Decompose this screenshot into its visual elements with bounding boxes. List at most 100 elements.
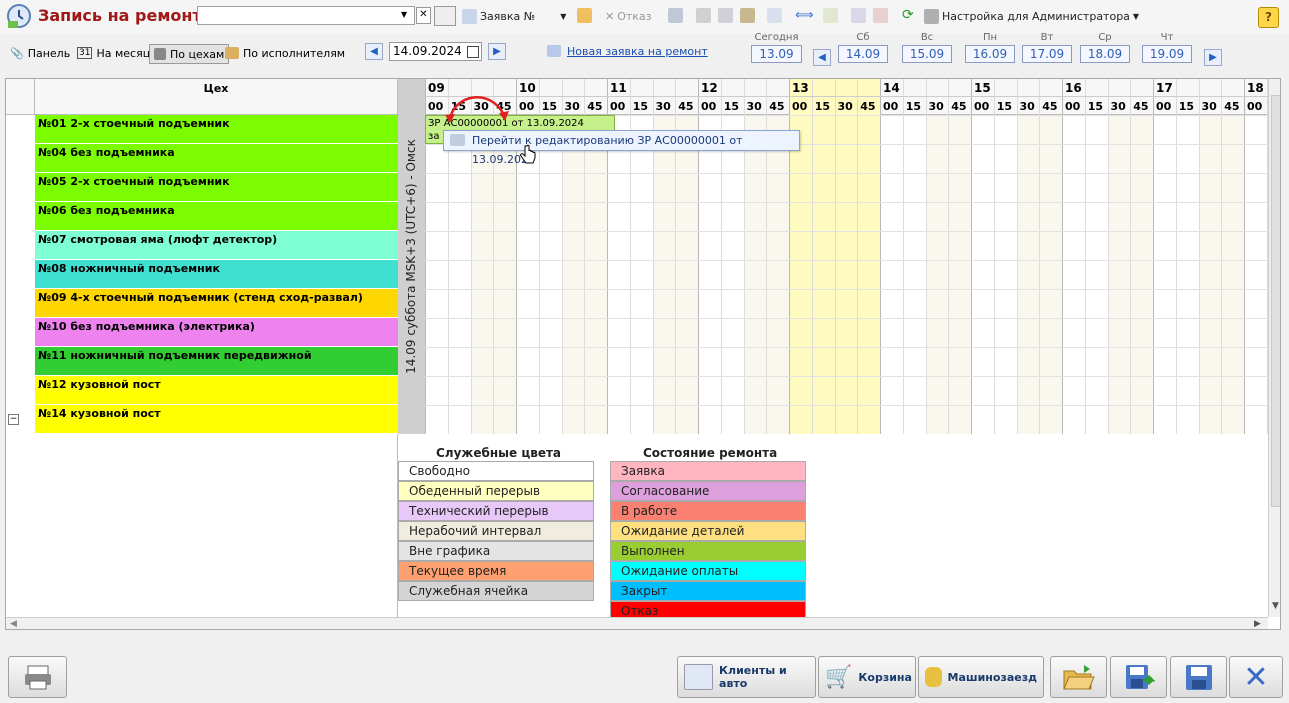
shop-row[interactable]: №08 ножничный подъемник — [35, 260, 398, 289]
collapse-icon[interactable]: − — [8, 414, 19, 425]
slot-divider — [948, 79, 950, 434]
refuse-label: Отказ — [617, 9, 652, 23]
select-request-icon[interactable] — [434, 6, 456, 26]
minute-label: 45 — [1042, 100, 1058, 113]
slot-divider — [971, 79, 972, 434]
cart-button[interactable]: 🛒 Корзина — [818, 656, 916, 698]
quick-day-date-button[interactable]: 18.09 — [1080, 45, 1130, 63]
slot-divider — [880, 79, 881, 434]
shop-row[interactable]: №12 кузовной пост — [35, 376, 398, 405]
repair-status-item: Согласование — [610, 481, 806, 501]
shop-row[interactable]: №04 без подъемника — [35, 144, 398, 173]
shop-row[interactable]: №11 ножничный подъемник передвижной — [35, 347, 398, 376]
panel-label: Панель — [27, 46, 71, 60]
row-divider — [425, 231, 1280, 232]
shop-row[interactable]: №14 кузовной пост — [35, 405, 398, 434]
slot-divider — [925, 79, 927, 434]
open-button[interactable] — [1050, 656, 1107, 698]
filter-icon[interactable] — [851, 8, 866, 23]
row-divider — [425, 405, 1280, 406]
next-week-arrow-icon[interactable]: ▶ — [1204, 49, 1222, 66]
slot-divider — [1062, 79, 1063, 434]
clear-search-icon[interactable]: ✕ — [416, 7, 431, 24]
minute-label: 15 — [723, 100, 740, 113]
refuse-button[interactable]: ✕ Отказ — [605, 7, 652, 25]
minute-label: 15 — [541, 100, 558, 113]
quick-day-date-button[interactable]: 14.09 — [838, 45, 888, 63]
copy-icon[interactable] — [718, 8, 733, 23]
panel-toggle[interactable]: 📎 Панель — [10, 44, 70, 62]
header-divider — [425, 96, 1280, 97]
shop-row[interactable]: №07 смотровая яма (люфт детектор) — [35, 231, 398, 260]
save-and-close-button[interactable] — [1110, 656, 1167, 698]
clear-filter-icon[interactable] — [873, 8, 888, 23]
edit-document-icon[interactable] — [577, 8, 592, 23]
quick-day-date-button[interactable]: 16.09 — [965, 45, 1015, 63]
quick-day-label: Пн — [982, 32, 998, 43]
minute-label: 30 — [564, 100, 580, 113]
shop-row[interactable]: №09 4-х стоечный подъемник (стенд сход-р… — [35, 289, 398, 318]
close-button[interactable]: ✕ — [1229, 656, 1283, 698]
save-button[interactable] — [1170, 656, 1227, 698]
quick-day-date-button[interactable]: 13.09 — [751, 45, 802, 63]
date-field[interactable]: 14.09.2024 — [389, 42, 482, 61]
repair-status-item: Закрыт — [610, 581, 806, 601]
clients-and-cars-button[interactable]: Клиенты и авто — [677, 656, 816, 698]
minute-label: 15 — [814, 100, 831, 113]
calendar-picker-icon[interactable] — [467, 46, 479, 58]
chevron-down-icon[interactable]: ▼ — [401, 10, 407, 19]
paste-icon[interactable] — [740, 8, 755, 23]
hour-label: 17 — [1156, 81, 1173, 95]
hour-label: 12 — [701, 81, 718, 95]
shops-view-button[interactable]: По цехам — [149, 44, 230, 64]
prev-week-arrow-icon[interactable]: ◀ — [813, 49, 831, 66]
quick-day-date-button[interactable]: 17.09 — [1022, 45, 1072, 63]
scroll-right-icon[interactable]: ▶ — [1254, 619, 1261, 629]
month-view-button[interactable]: 31 На месяц — [77, 44, 150, 62]
next-day-arrow-icon[interactable]: ▶ — [488, 43, 506, 60]
shop-row[interactable]: №01 2-х стоечный подъемник — [35, 115, 398, 144]
scroll-thumb[interactable] — [1271, 95, 1280, 507]
admin-settings-button[interactable]: Настройка для Администратора ▼ — [924, 7, 1139, 25]
corner-cell — [6, 79, 35, 115]
slot-divider — [1107, 79, 1109, 434]
repair-status-item: Ожидание оплаты — [610, 561, 806, 581]
car-entry-button[interactable]: Машинозаезд — [918, 656, 1044, 698]
save-icon — [1185, 665, 1212, 690]
performers-view-button[interactable]: По исполнителям — [225, 44, 345, 62]
quick-day-date-button[interactable]: 15.09 — [902, 45, 952, 63]
admin-settings-label: Настройка для Администратора — [942, 9, 1130, 23]
quick-day-label: Чт — [1160, 32, 1174, 43]
minute-label: 00 — [1247, 100, 1263, 113]
scroll-down-icon[interactable]: ▼ — [1272, 601, 1279, 611]
shop-row[interactable]: №10 без подъемника (электрика) — [35, 318, 398, 347]
shop-row[interactable]: №05 2-х стоечный подъемник — [35, 173, 398, 202]
vertical-scrollbar[interactable]: ▼ — [1268, 79, 1280, 617]
list-icon[interactable] — [668, 8, 683, 23]
service-color-item: Обеденный перерыв — [398, 481, 594, 501]
minute-label: 30 — [1019, 100, 1035, 113]
scroll-left-icon[interactable]: ◀ — [10, 619, 17, 629]
select-area-icon[interactable] — [767, 8, 782, 23]
request-number-button[interactable]: Заявка № ▼ — [462, 7, 566, 25]
row-divider — [425, 376, 1280, 377]
row-divider — [425, 289, 1280, 290]
request-search-input[interactable]: ▼ — [197, 6, 415, 25]
new-request-link[interactable]: Новая заявка на ремонт — [567, 45, 708, 58]
expand-horizontal-icon[interactable]: ⟺ — [795, 8, 814, 23]
shop-row[interactable]: №06 без подъемника — [35, 202, 398, 231]
hand-cursor-icon — [520, 144, 536, 164]
help-button[interactable]: ? — [1258, 7, 1279, 28]
quick-day-label: Вс — [920, 32, 934, 43]
minute-label: 45 — [678, 100, 694, 113]
month-view-label: На месяц — [96, 46, 151, 60]
quick-day-date-button[interactable]: 19.09 — [1142, 45, 1192, 63]
chart-icon[interactable] — [823, 8, 838, 23]
print-button[interactable] — [8, 656, 67, 698]
refresh-icon[interactable]: ⟳ — [902, 7, 914, 23]
horizontal-scrollbar[interactable]: ◀ ▶ — [6, 617, 1268, 629]
slot-divider — [834, 79, 836, 434]
edit-request-tooltip[interactable]: Перейти к редактированию ЗР АС00000001 о… — [443, 130, 800, 166]
cut-icon[interactable] — [696, 8, 711, 23]
prev-day-arrow-icon[interactable]: ◀ — [365, 43, 383, 60]
